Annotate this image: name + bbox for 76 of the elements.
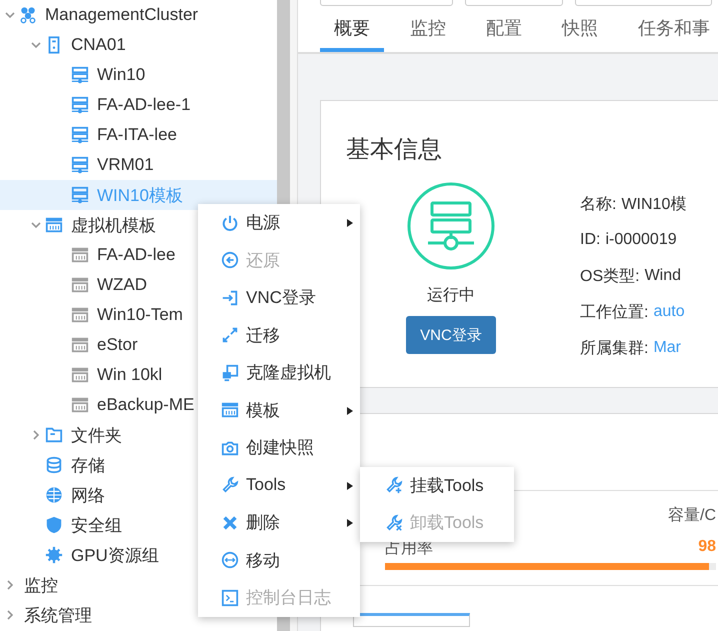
login-icon [221, 288, 239, 307]
tree-item-label[interactable]: 虚拟机模板 [71, 214, 156, 236]
chip-icon [45, 546, 63, 564]
tree-item-label[interactable]: ManagementCluster [45, 5, 198, 25]
rack-icon [71, 306, 89, 324]
tree-item-label[interactable]: GPU资源组 [71, 544, 159, 566]
tree-item-label[interactable]: FA-AD-lee-1 [97, 95, 191, 115]
field-value: Wind [644, 267, 682, 285]
menu-item[interactable]: 创建快照 [198, 429, 360, 466]
menu-item[interactable]: 模板 [198, 392, 360, 429]
server-icon [71, 66, 89, 84]
rack-icon [45, 216, 63, 234]
server-icon [71, 186, 89, 204]
rack-icon [71, 396, 89, 414]
tree-item-label[interactable]: Win10-Tem [97, 305, 183, 325]
tab[interactable]: 快照 [548, 16, 612, 52]
menu-item[interactable]: 移动 [198, 542, 360, 579]
globe-icon [45, 486, 63, 504]
menu-item[interactable]: Tools [198, 466, 360, 504]
rack-icon [71, 336, 89, 354]
tree-item-label[interactable]: 网络 [71, 484, 105, 506]
menu-item[interactable]: 克隆虚拟机 [198, 354, 360, 392]
tree-item-label[interactable]: 文件夹 [71, 424, 122, 446]
status-text: 运行中 [427, 286, 475, 306]
tree-item-label[interactable]: 安全组 [71, 514, 122, 536]
tree-item-label[interactable]: FA-ITA-lee [97, 125, 177, 145]
tab[interactable]: 配置 [472, 16, 536, 52]
tree-item-label[interactable]: VRM01 [97, 155, 154, 175]
field-value: i-0000019 [605, 231, 677, 249]
tree-item-label[interactable]: 存储 [71, 454, 105, 476]
tab[interactable]: 监控 [396, 16, 460, 52]
tree-item-label[interactable]: Win 10kl [97, 365, 162, 385]
server-status-icon [406, 181, 496, 271]
rack-icon [71, 366, 89, 384]
power-icon [221, 214, 239, 232]
folder-icon [45, 426, 63, 444]
field-label: ID: [580, 231, 600, 249]
tab[interactable]: 任务和事 [624, 16, 718, 52]
wrench-plus-icon [385, 476, 403, 494]
tree-item-label[interactable]: FA-AD-lee [97, 245, 176, 265]
close-icon [221, 514, 239, 532]
field-label: OS类型: [580, 266, 640, 286]
tree-item-label[interactable]: eBackup-ME [97, 395, 194, 415]
tree-item-label[interactable]: eStor [97, 335, 138, 355]
database-icon [45, 456, 63, 474]
shield-icon [45, 516, 63, 534]
server-icon [71, 156, 89, 174]
tree-item-label[interactable]: 监控 [24, 574, 58, 596]
field-label: 所属集群: [580, 338, 648, 358]
wrench-cross-icon [385, 514, 403, 532]
field-value: WIN10模 [621, 194, 686, 214]
server-icon [71, 96, 89, 114]
wrench-icon [221, 476, 239, 494]
menu-item[interactable]: 挂载Tools [360, 466, 514, 504]
tree-item-label[interactable]: 系统管理 [24, 604, 92, 626]
vnc-login-button[interactable]: VNC登录 [406, 316, 496, 354]
section-title: 基本信息 [346, 135, 443, 165]
usage-value: 98 [698, 538, 716, 557]
expand-arrows-icon [221, 326, 239, 344]
column-header: 容量/C [668, 507, 716, 524]
rack-icon [221, 401, 239, 420]
field-label: 名称: [580, 194, 616, 214]
tree-item-label[interactable]: CNA01 [71, 35, 126, 55]
rack-icon [71, 276, 89, 294]
tree-item-label[interactable]: Win10 [97, 65, 146, 85]
menu-item[interactable]: 迁移 [198, 316, 360, 354]
server-icon [71, 126, 89, 144]
camera-icon [221, 438, 239, 457]
cluster-icon [19, 6, 37, 24]
monitor-icon [221, 364, 239, 382]
field-label: 工作位置: [580, 302, 648, 322]
menu-item[interactable]: 删除 [198, 504, 360, 542]
rack-icon [71, 246, 89, 264]
tree-item-label[interactable]: WZAD [97, 275, 148, 295]
menu-item[interactable]: VNC登录 [198, 279, 360, 316]
terminal-icon [221, 588, 239, 607]
